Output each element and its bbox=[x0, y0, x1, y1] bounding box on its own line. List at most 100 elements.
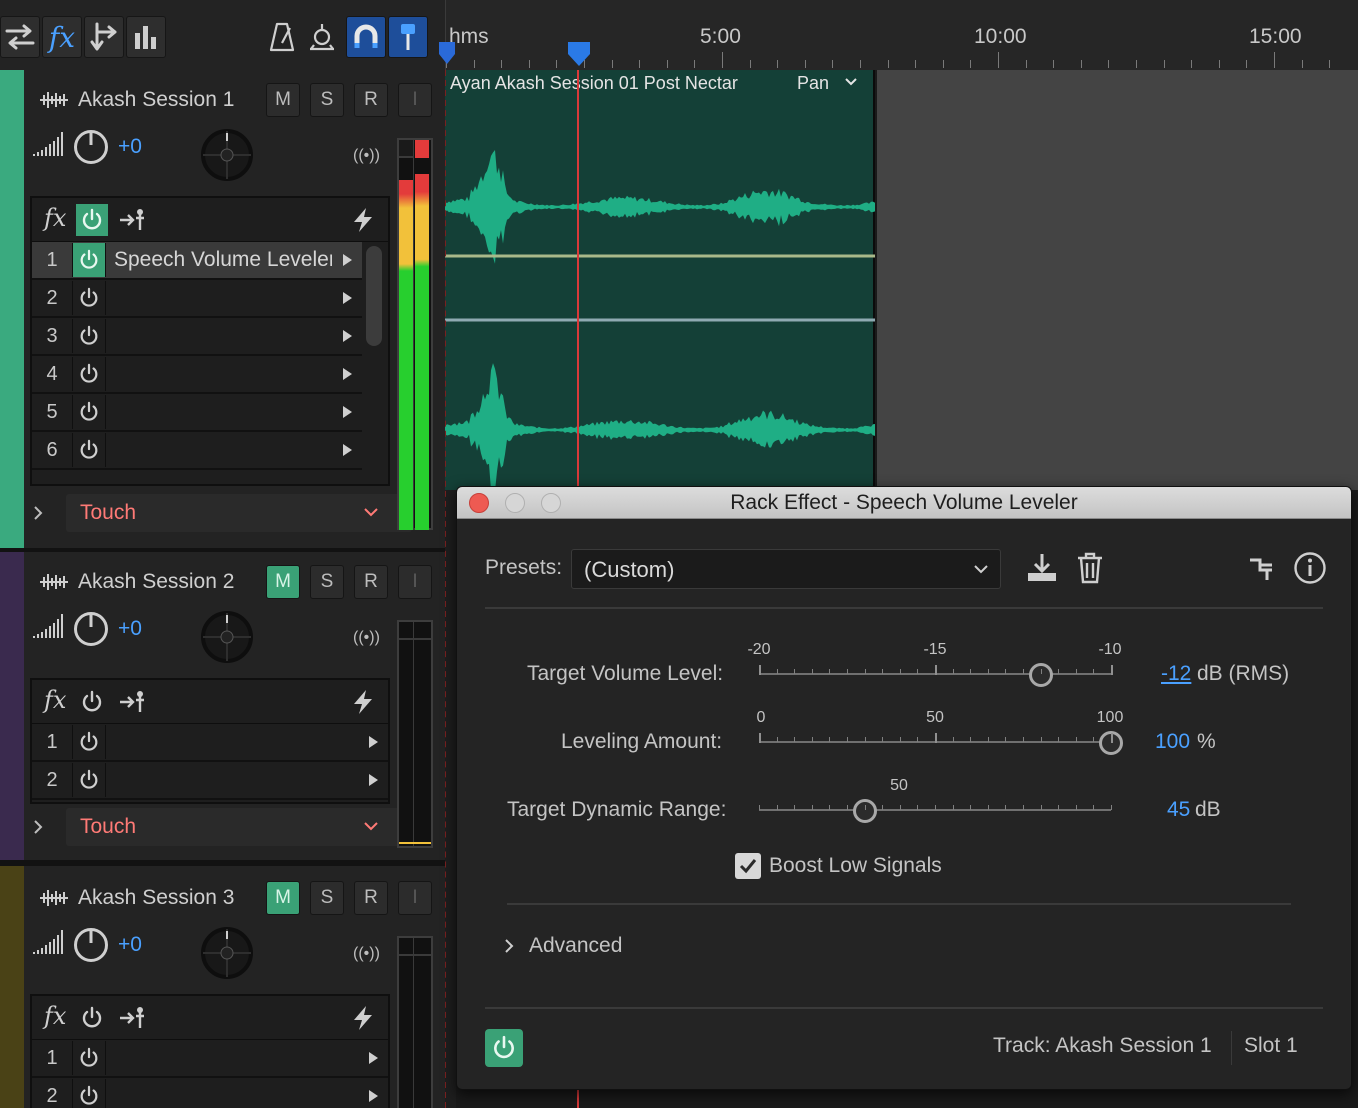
pan-knob-icon[interactable] bbox=[195, 125, 259, 183]
volume-knob-icon[interactable] bbox=[73, 129, 109, 165]
play-arrow-icon[interactable] bbox=[358, 734, 388, 750]
slot-effect-name[interactable] bbox=[106, 762, 358, 798]
slot-power-icon[interactable] bbox=[72, 1079, 106, 1108]
slot-power-icon[interactable] bbox=[72, 1041, 106, 1075]
playhead-handle-icon[interactable] bbox=[567, 40, 591, 68]
boost-low-signals-label[interactable]: Boost Low Signals bbox=[769, 854, 942, 878]
play-arrow-icon[interactable] bbox=[332, 404, 362, 420]
track-name[interactable]: Akash Session 1 bbox=[78, 88, 234, 112]
bars-icon[interactable] bbox=[126, 16, 166, 58]
leveling-amount-slider[interactable]: 0 50 100 bbox=[757, 709, 1123, 759]
effect-slot[interactable]: 4 bbox=[32, 356, 362, 394]
play-arrow-icon[interactable] bbox=[332, 328, 362, 344]
pan-knob-icon[interactable] bbox=[195, 607, 259, 665]
pre-post-icon[interactable] bbox=[118, 208, 146, 232]
mute-button[interactable]: M bbox=[266, 83, 300, 117]
clip-indicator[interactable] bbox=[399, 622, 431, 640]
marker-pin-icon[interactable] bbox=[388, 16, 428, 58]
volume-knob-icon[interactable] bbox=[73, 611, 109, 647]
empty-timeline-area[interactable] bbox=[877, 70, 1358, 490]
scrollbar-thumb[interactable] bbox=[366, 246, 382, 346]
mute-button[interactable]: M bbox=[266, 565, 300, 599]
info-icon[interactable] bbox=[1293, 551, 1327, 585]
lightning-icon[interactable] bbox=[350, 1004, 376, 1032]
slot-power-icon[interactable] bbox=[72, 725, 106, 759]
effect-slot[interactable]: 2 bbox=[32, 280, 362, 318]
snap-magnet-icon[interactable] bbox=[346, 16, 386, 58]
save-preset-icon[interactable] bbox=[1025, 551, 1059, 585]
play-arrow-icon[interactable] bbox=[332, 252, 362, 268]
dynamic-range-slider[interactable]: 50 bbox=[759, 777, 1112, 827]
lightning-icon[interactable] bbox=[350, 206, 376, 234]
play-arrow-icon[interactable] bbox=[332, 366, 362, 382]
clip-indicator-left[interactable] bbox=[399, 140, 413, 158]
slot-effect-name[interactable] bbox=[106, 724, 358, 760]
chevron-right-icon[interactable] bbox=[503, 937, 515, 955]
volume-value[interactable]: +0 bbox=[118, 933, 142, 957]
clip-indicator-right[interactable] bbox=[415, 140, 429, 158]
track-name[interactable]: Akash Session 3 bbox=[78, 886, 234, 910]
mute-button[interactable]: M bbox=[266, 881, 300, 915]
leveling-amount-value[interactable]: 100 bbox=[1155, 730, 1190, 754]
stereo-output-icon[interactable]: ((•)) bbox=[353, 945, 380, 963]
slot-power-icon[interactable] bbox=[72, 243, 106, 277]
rack-power-icon[interactable] bbox=[76, 204, 108, 236]
volume-value[interactable]: +0 bbox=[118, 617, 142, 641]
audio-clip[interactable]: Ayan Akash Session 01 Post Nectar Pan bbox=[445, 70, 875, 490]
slot-effect-name[interactable] bbox=[106, 356, 332, 392]
automation-mode-select[interactable]: Touch bbox=[66, 808, 412, 846]
volume-knob-icon[interactable] bbox=[73, 927, 109, 963]
record-arm-button[interactable]: R bbox=[354, 83, 388, 117]
slot-effect-name[interactable] bbox=[106, 1078, 358, 1108]
target-volume-slider[interactable]: -20 -15 -10 bbox=[747, 641, 1122, 691]
presets-dropdown[interactable]: (Custom) bbox=[571, 549, 1001, 589]
slot-power-icon[interactable] bbox=[72, 281, 106, 315]
advanced-toggle[interactable]: Advanced bbox=[529, 934, 622, 958]
dialog-titlebar[interactable]: Rack Effect - Speech Volume Leveler bbox=[457, 487, 1351, 519]
delete-preset-icon[interactable] bbox=[1075, 551, 1105, 585]
slot-effect-name[interactable] bbox=[106, 280, 332, 316]
pre-post-icon[interactable] bbox=[118, 690, 146, 714]
play-arrow-icon[interactable] bbox=[358, 772, 388, 788]
timeline-ruler[interactable]: hms 5:00 10:00 15:00 bbox=[439, 0, 1358, 70]
play-arrow-icon[interactable] bbox=[358, 1050, 388, 1066]
pre-post-icon[interactable] bbox=[118, 1006, 146, 1030]
stereo-output-icon[interactable]: ((•)) bbox=[353, 629, 380, 647]
play-arrow-icon[interactable] bbox=[358, 1088, 388, 1104]
slot-power-icon[interactable] bbox=[72, 357, 106, 391]
slot-effect-name[interactable] bbox=[106, 394, 332, 430]
solo-button[interactable]: S bbox=[310, 565, 344, 599]
metronome-icon[interactable] bbox=[262, 16, 302, 58]
effect-slot[interactable]: 1 Speech Volume Leveler bbox=[32, 242, 362, 280]
slot-power-icon[interactable] bbox=[72, 395, 106, 429]
solo-button[interactable]: S bbox=[310, 881, 344, 915]
stereo-output-icon[interactable]: ((•)) bbox=[353, 147, 380, 165]
chevron-right-icon[interactable] bbox=[32, 504, 44, 522]
effect-slot[interactable]: 1 bbox=[32, 724, 388, 762]
track-name[interactable]: Akash Session 2 bbox=[78, 570, 234, 594]
effect-slot[interactable]: 6 bbox=[32, 432, 362, 470]
effect-slot[interactable]: 5 bbox=[32, 394, 362, 432]
rack-power-icon[interactable] bbox=[76, 686, 108, 718]
dynamic-range-value[interactable]: 45 bbox=[1167, 798, 1190, 822]
rack-power-icon[interactable] bbox=[76, 1002, 108, 1034]
volume-value[interactable]: +0 bbox=[118, 135, 142, 159]
slot-effect-name[interactable] bbox=[106, 432, 332, 468]
record-arm-button[interactable]: R bbox=[354, 881, 388, 915]
pan-knob-icon[interactable] bbox=[195, 923, 259, 981]
effect-slot[interactable]: 3 bbox=[32, 318, 362, 356]
input-monitor-button[interactable]: I bbox=[398, 565, 432, 599]
automation-mode-select[interactable]: Touch bbox=[66, 494, 412, 532]
slider-thumb[interactable] bbox=[852, 799, 877, 823]
switch-arrows-icon[interactable] bbox=[0, 16, 40, 58]
effect-slot[interactable]: 2 bbox=[32, 1078, 388, 1108]
start-marker-icon[interactable] bbox=[438, 40, 456, 66]
routing-icon[interactable] bbox=[1247, 555, 1275, 583]
target-volume-value[interactable]: -12 bbox=[1161, 662, 1191, 686]
boost-low-signals-checkbox[interactable] bbox=[735, 853, 761, 879]
clip-indicator[interactable] bbox=[399, 938, 431, 956]
loop-record-icon[interactable] bbox=[302, 16, 342, 58]
lightning-icon[interactable] bbox=[350, 688, 376, 716]
slot-effect-name[interactable] bbox=[106, 1040, 358, 1076]
slot-power-icon[interactable] bbox=[72, 433, 106, 467]
